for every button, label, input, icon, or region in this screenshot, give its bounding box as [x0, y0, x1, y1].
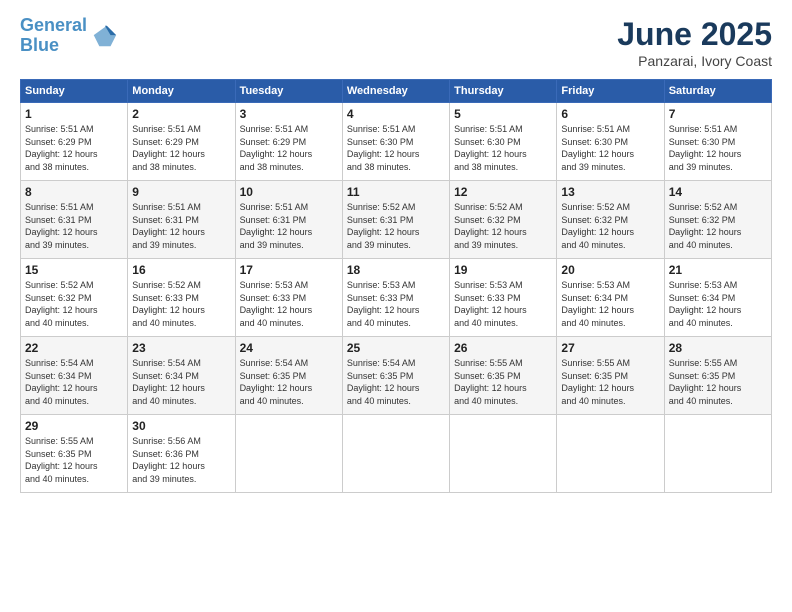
title-block: June 2025 Panzarai, Ivory Coast	[617, 16, 772, 69]
empty-cell-4	[557, 415, 664, 493]
col-saturday: Saturday	[664, 80, 771, 103]
day-cell-26: 26 Sunrise: 5:55 AMSunset: 6:35 PMDaylig…	[450, 337, 557, 415]
day-cell-13: 13 Sunrise: 5:52 AMSunset: 6:32 PMDaylig…	[557, 181, 664, 259]
day-cell-7: 7 Sunrise: 5:51 AMSunset: 6:30 PMDayligh…	[664, 103, 771, 181]
day-cell-23: 23 Sunrise: 5:54 AMSunset: 6:34 PMDaylig…	[128, 337, 235, 415]
empty-cell-2	[342, 415, 449, 493]
col-friday: Friday	[557, 80, 664, 103]
day-cell-16: 16 Sunrise: 5:52 AMSunset: 6:33 PMDaylig…	[128, 259, 235, 337]
empty-cell-1	[235, 415, 342, 493]
empty-cell-3	[450, 415, 557, 493]
logo: General Blue	[20, 16, 118, 56]
logo-line1: General	[20, 15, 87, 35]
day-cell-25: 25 Sunrise: 5:54 AMSunset: 6:35 PMDaylig…	[342, 337, 449, 415]
day-cell-18: 18 Sunrise: 5:53 AMSunset: 6:33 PMDaylig…	[342, 259, 449, 337]
col-thursday: Thursday	[450, 80, 557, 103]
day-cell-6: 6 Sunrise: 5:51 AMSunset: 6:30 PMDayligh…	[557, 103, 664, 181]
day-cell-20: 20 Sunrise: 5:53 AMSunset: 6:34 PMDaylig…	[557, 259, 664, 337]
day-cell-24: 24 Sunrise: 5:54 AMSunset: 6:35 PMDaylig…	[235, 337, 342, 415]
day-cell-14: 14 Sunrise: 5:52 AMSunset: 6:32 PMDaylig…	[664, 181, 771, 259]
day-cell-22: 22 Sunrise: 5:54 AMSunset: 6:34 PMDaylig…	[21, 337, 128, 415]
col-tuesday: Tuesday	[235, 80, 342, 103]
day-cell-17: 17 Sunrise: 5:53 AMSunset: 6:33 PMDaylig…	[235, 259, 342, 337]
col-wednesday: Wednesday	[342, 80, 449, 103]
day-cell-2: 2 Sunrise: 5:51 AMSunset: 6:29 PMDayligh…	[128, 103, 235, 181]
month-title: June 2025	[617, 16, 772, 53]
logo-icon	[90, 22, 118, 50]
week-row-2: 8 Sunrise: 5:51 AMSunset: 6:31 PMDayligh…	[21, 181, 772, 259]
day-cell-19: 19 Sunrise: 5:53 AMSunset: 6:33 PMDaylig…	[450, 259, 557, 337]
col-monday: Monday	[128, 80, 235, 103]
logo-line2: Blue	[20, 35, 59, 55]
calendar-page: General Blue June 2025 Panzarai, Ivory C…	[0, 0, 792, 612]
day-cell-27: 27 Sunrise: 5:55 AMSunset: 6:35 PMDaylig…	[557, 337, 664, 415]
week-row-3: 15 Sunrise: 5:52 AMSunset: 6:32 PMDaylig…	[21, 259, 772, 337]
day-cell-29: 29 Sunrise: 5:55 AMSunset: 6:35 PMDaylig…	[21, 415, 128, 493]
day-cell-10: 10 Sunrise: 5:51 AMSunset: 6:31 PMDaylig…	[235, 181, 342, 259]
day-cell-12: 12 Sunrise: 5:52 AMSunset: 6:32 PMDaylig…	[450, 181, 557, 259]
calendar-table: Sunday Monday Tuesday Wednesday Thursday…	[20, 79, 772, 493]
col-sunday: Sunday	[21, 80, 128, 103]
day-cell-5: 5 Sunrise: 5:51 AMSunset: 6:30 PMDayligh…	[450, 103, 557, 181]
day-cell-8: 8 Sunrise: 5:51 AMSunset: 6:31 PMDayligh…	[21, 181, 128, 259]
logo-text: General Blue	[20, 16, 87, 56]
day-cell-4: 4 Sunrise: 5:51 AMSunset: 6:30 PMDayligh…	[342, 103, 449, 181]
week-row-1: 1 Sunrise: 5:51 AMSunset: 6:29 PMDayligh…	[21, 103, 772, 181]
week-row-4: 22 Sunrise: 5:54 AMSunset: 6:34 PMDaylig…	[21, 337, 772, 415]
day-cell-11: 11 Sunrise: 5:52 AMSunset: 6:31 PMDaylig…	[342, 181, 449, 259]
calendar-header-row: Sunday Monday Tuesday Wednesday Thursday…	[21, 80, 772, 103]
location-subtitle: Panzarai, Ivory Coast	[617, 53, 772, 69]
empty-cell-5	[664, 415, 771, 493]
day-cell-3: 3 Sunrise: 5:51 AMSunset: 6:29 PMDayligh…	[235, 103, 342, 181]
day-cell-9: 9 Sunrise: 5:51 AMSunset: 6:31 PMDayligh…	[128, 181, 235, 259]
header: General Blue June 2025 Panzarai, Ivory C…	[20, 16, 772, 69]
day-cell-1: 1 Sunrise: 5:51 AMSunset: 6:29 PMDayligh…	[21, 103, 128, 181]
day-cell-28: 28 Sunrise: 5:55 AMSunset: 6:35 PMDaylig…	[664, 337, 771, 415]
day-cell-30: 30 Sunrise: 5:56 AMSunset: 6:36 PMDaylig…	[128, 415, 235, 493]
day-cell-21: 21 Sunrise: 5:53 AMSunset: 6:34 PMDaylig…	[664, 259, 771, 337]
day-cell-15: 15 Sunrise: 5:52 AMSunset: 6:32 PMDaylig…	[21, 259, 128, 337]
week-row-5: 29 Sunrise: 5:55 AMSunset: 6:35 PMDaylig…	[21, 415, 772, 493]
